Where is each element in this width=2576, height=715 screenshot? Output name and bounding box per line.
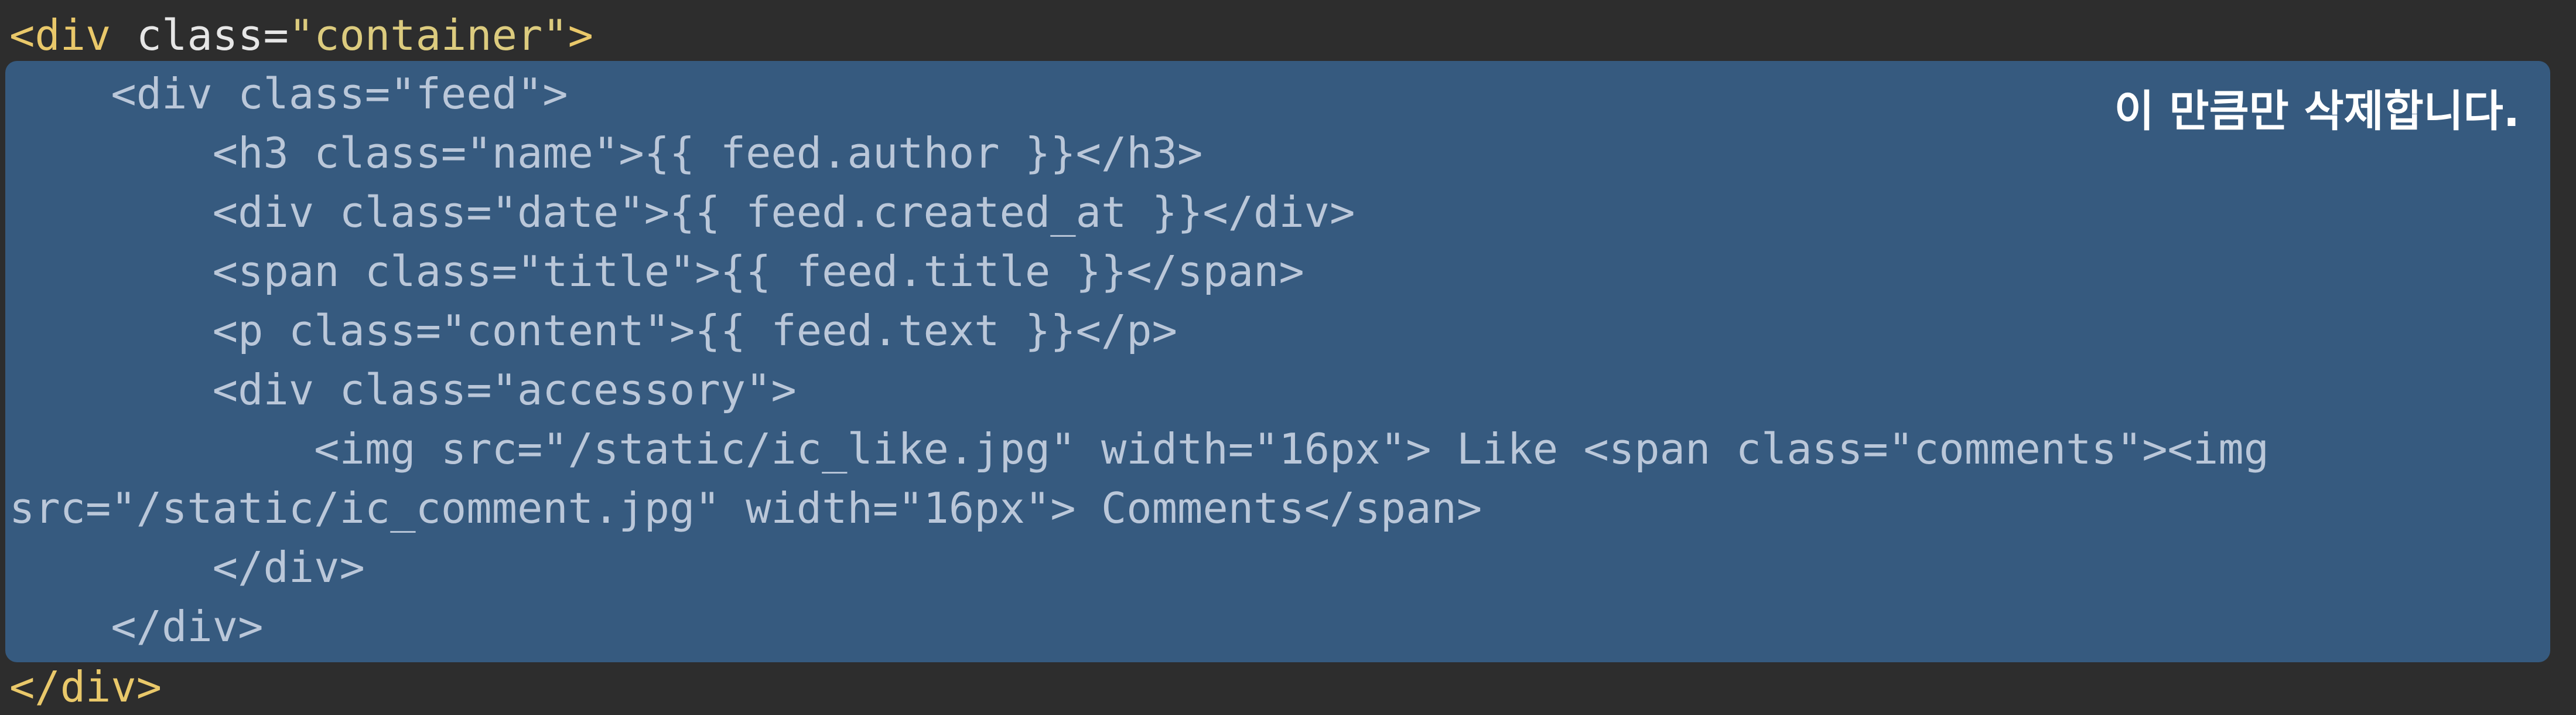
string-token: "container" [288, 11, 568, 60]
code-line-title: <span class="title">{{ feed.title }}</sp… [9, 247, 1304, 296]
tag-token: <div [9, 11, 136, 60]
code-line-accessory-open: <div class="accessory"> [9, 365, 797, 414]
delete-annotation: 이 만큼만 삭제합니다. [2114, 86, 2520, 137]
tag-end-token: > [568, 11, 594, 60]
code-editor[interactable]: <div class="container"> <div class="feed… [0, 0, 2576, 715]
code-line-date: <div class="date">{{ feed.created_at }}<… [9, 188, 1355, 237]
code-line-name: <h3 class="name">{{ feed.author }}</h3> [9, 128, 1203, 178]
code-line-content: <p class="content">{{ feed.text }}</p> [9, 306, 1177, 355]
attr-token: class= [136, 11, 289, 60]
code-line-container-open: <div class="container"> [9, 6, 593, 65]
code-line-accessory-close: </div> [9, 543, 365, 592]
code-line-feed-close: </div> [9, 602, 264, 651]
code-line-like-img: <img src="/static/ic_like.jpg" width="16… [9, 424, 2269, 474]
code-line-feed-open: <div class="feed"> [9, 69, 568, 118]
code-line-container-close: </div> [9, 662, 162, 711]
code-line-comment-img: src="/static/ic_comment.jpg" width="16px… [9, 484, 1482, 533]
